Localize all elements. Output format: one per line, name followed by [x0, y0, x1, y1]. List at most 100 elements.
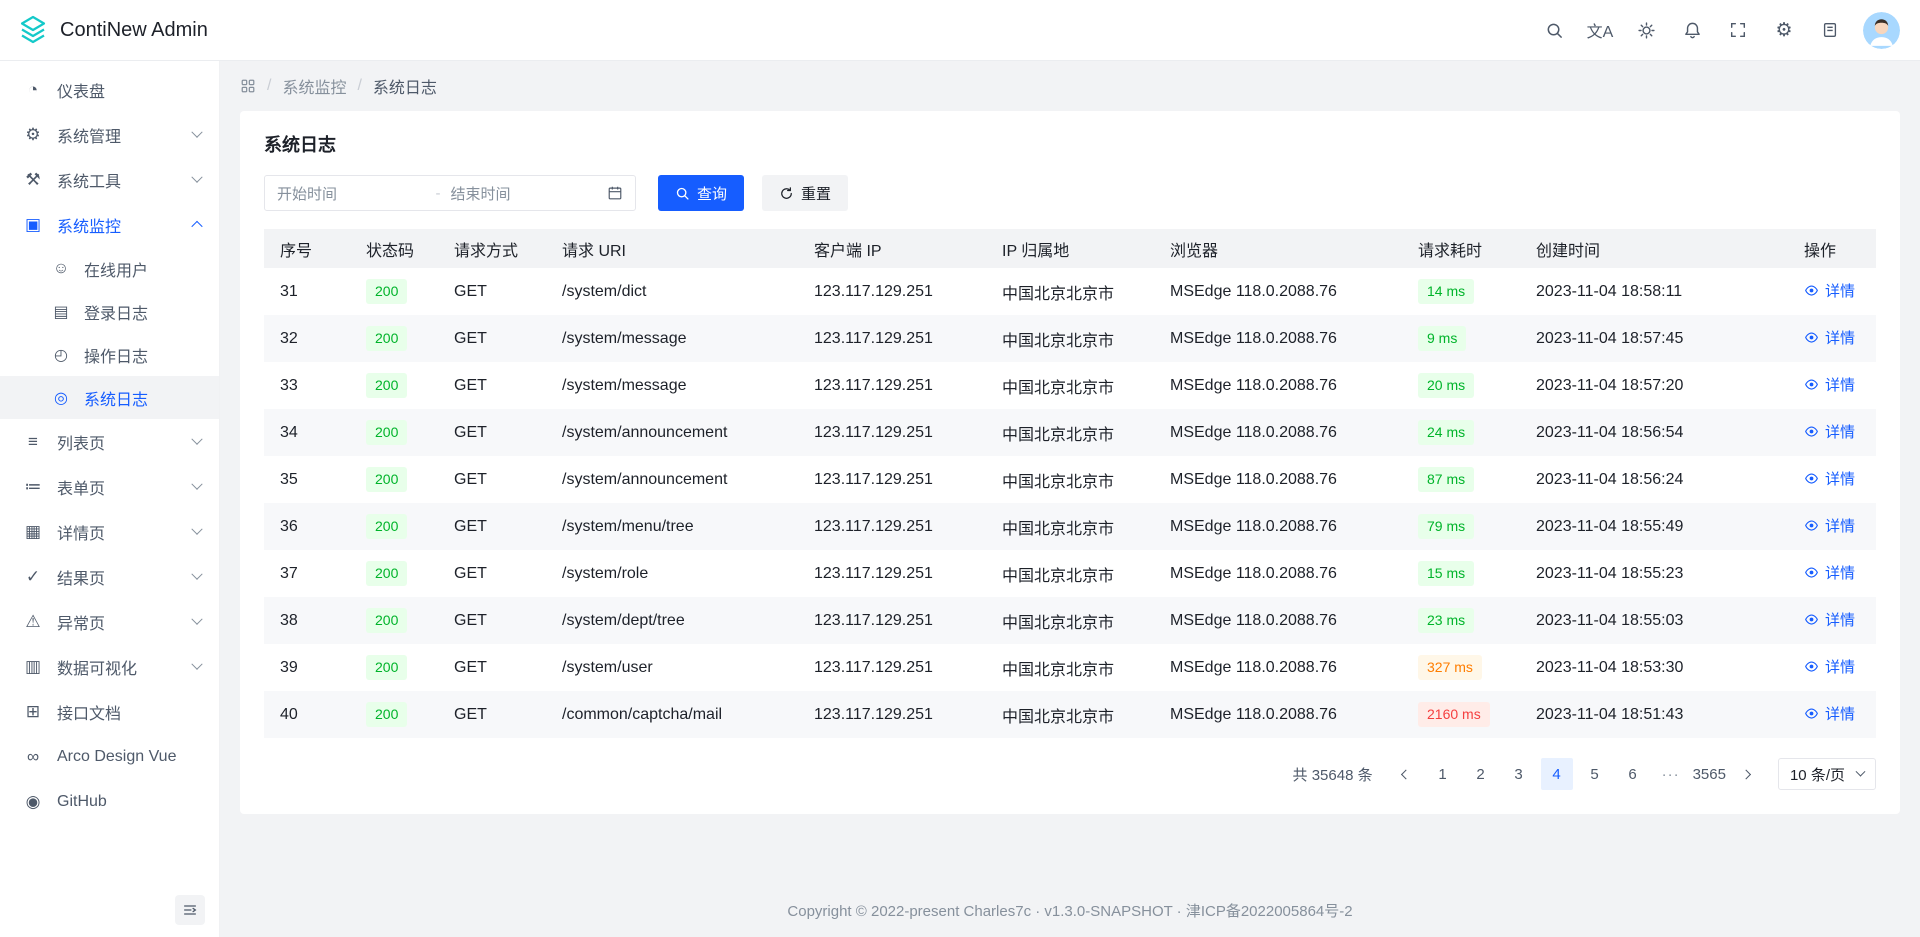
- link-icon: ∞: [22, 747, 44, 767]
- duration-badge: 24 ms: [1418, 420, 1474, 444]
- settings-icon[interactable]: ⚙: [1765, 11, 1803, 49]
- pagination-page-3[interactable]: 3: [1503, 758, 1535, 790]
- sidebar-item-result-page[interactable]: ✓结果页: [0, 554, 219, 599]
- login-log-icon: ▤: [50, 302, 72, 322]
- breadcrumb-item-current: 系统日志: [373, 74, 437, 98]
- cell-ip: 123.117.129.251: [798, 362, 986, 409]
- sidebar-item-operation-log[interactable]: ◴操作日志: [0, 333, 219, 376]
- pagination-prev-button[interactable]: [1389, 758, 1421, 790]
- cell-browser: MSEdge 118.0.2088.76: [1154, 315, 1402, 362]
- header-actions: 文A ⚙: [1535, 11, 1900, 49]
- pagination-page-3565[interactable]: 3565: [1693, 758, 1726, 790]
- pagination-page-2[interactable]: 2: [1465, 758, 1497, 790]
- apps-icon[interactable]: [240, 78, 256, 94]
- duration-badge: 9 ms: [1418, 326, 1466, 350]
- sidebar-item-system-tools[interactable]: ⚒系统工具: [0, 157, 219, 202]
- detail-link[interactable]: 详情: [1804, 562, 1855, 583]
- logo-area[interactable]: ContiNew Admin: [16, 13, 208, 47]
- eye-icon: [1804, 659, 1819, 674]
- cell-created: 2023-11-04 18:51:43: [1520, 691, 1788, 738]
- cell-browser: MSEdge 118.0.2088.76: [1154, 409, 1402, 456]
- theme-light-icon[interactable]: [1627, 11, 1665, 49]
- breadcrumb-separator: /: [357, 77, 361, 95]
- table-row: 39200GET/system/user123.117.129.251中国北京北…: [264, 644, 1876, 691]
- sidebar-item-data-visualization[interactable]: ▥数据可视化: [0, 644, 219, 689]
- pagination-next-button[interactable]: [1732, 758, 1764, 790]
- cell-created: 2023-11-04 18:55:49: [1520, 503, 1788, 550]
- pagination-page-6[interactable]: 6: [1617, 758, 1649, 790]
- detail-link[interactable]: 详情: [1804, 421, 1855, 442]
- detail-link[interactable]: 详情: [1804, 374, 1855, 395]
- log-table-head-row: 序号状态码请求方式请求 URI客户端 IPIP 归属地浏览器请求耗时创建时间操作: [264, 229, 1876, 268]
- sidebar-item-link[interactable]: ∞Arco Design Vue: [0, 734, 219, 779]
- sidebar-item-login-log[interactable]: ▤登录日志: [0, 290, 219, 333]
- column-header: 客户端 IP: [798, 229, 986, 268]
- cell-method: GET: [438, 409, 546, 456]
- cell-uri: /common/captcha/mail: [546, 691, 798, 738]
- cell-browser: MSEdge 118.0.2088.76: [1154, 456, 1402, 503]
- cell-uri: /system/menu/tree: [546, 503, 798, 550]
- chevron-down-icon: [191, 568, 202, 579]
- cell-method: GET: [438, 597, 546, 644]
- cell-ip: 123.117.129.251: [798, 644, 986, 691]
- sidebar-item-system-log[interactable]: ◎系统日志: [0, 376, 219, 419]
- pagination-page-5[interactable]: 5: [1579, 758, 1611, 790]
- notification-icon[interactable]: [1673, 11, 1711, 49]
- eye-icon: [1804, 377, 1819, 392]
- log-table-body: 31200GET/system/dict123.117.129.251中国北京北…: [264, 268, 1876, 738]
- date-range-picker[interactable]: 开始时间 - 结束时间: [264, 175, 636, 211]
- search-icon[interactable]: [1535, 11, 1573, 49]
- sidebar-item-online-users[interactable]: ☺在线用户: [0, 247, 219, 290]
- cell-no: 32: [264, 315, 350, 362]
- reset-button[interactable]: 重置: [762, 175, 848, 211]
- pagination-page-1[interactable]: 1: [1427, 758, 1459, 790]
- detail-link[interactable]: 详情: [1804, 515, 1855, 536]
- table-row: 34200GET/system/announcement123.117.129.…: [264, 409, 1876, 456]
- column-header: 状态码: [350, 229, 438, 268]
- breadcrumb-item-monitor[interactable]: 系统监控: [282, 74, 346, 98]
- sidebar-item-system-monitor[interactable]: ▣系统监控: [0, 202, 219, 247]
- duration-badge: 15 ms: [1418, 561, 1474, 585]
- online-users-icon: ☺: [50, 260, 72, 278]
- translate-icon[interactable]: 文A: [1581, 11, 1619, 49]
- eye-icon: [1804, 565, 1819, 580]
- sidebar-collapse-button[interactable]: [175, 895, 205, 925]
- docs-icon[interactable]: [1811, 11, 1849, 49]
- sidebar-item-api-docs[interactable]: ⊞接口文档: [0, 689, 219, 734]
- api-docs-icon: ⊞: [22, 702, 44, 722]
- avatar[interactable]: [1863, 12, 1900, 49]
- pagination-page-4[interactable]: 4: [1541, 758, 1573, 790]
- cell-method: GET: [438, 691, 546, 738]
- sidebar-item-dashboard[interactable]: ◔仪表盘: [0, 67, 219, 112]
- sidebar-item-exception-page[interactable]: ⚠异常页: [0, 599, 219, 644]
- breadcrumb-separator: /: [267, 77, 271, 95]
- chevron-left-icon: [1401, 769, 1411, 779]
- detail-link[interactable]: 详情: [1804, 327, 1855, 348]
- cell-method: GET: [438, 550, 546, 597]
- sidebar-item-system-management[interactable]: ⚙系统管理: [0, 112, 219, 157]
- sidebar-item-form-page[interactable]: ≔表单页: [0, 464, 219, 509]
- sidebar-item-list-page[interactable]: ≡列表页: [0, 419, 219, 464]
- detail-link[interactable]: 详情: [1804, 609, 1855, 630]
- pagination-ellipsis[interactable]: ···: [1655, 758, 1687, 790]
- sidebar-item-github[interactable]: ◉GitHub: [0, 779, 219, 824]
- breadcrumb: / 系统监控 / 系统日志: [240, 61, 1900, 111]
- detail-link[interactable]: 详情: [1804, 656, 1855, 677]
- search-button[interactable]: 查询: [658, 175, 744, 211]
- cell-region: 中国北京北京市: [986, 691, 1154, 738]
- chevron-down-icon: [1856, 766, 1866, 776]
- status-badge: 200: [366, 702, 407, 726]
- detail-link[interactable]: 详情: [1804, 468, 1855, 489]
- app-logo-icon: [16, 13, 50, 47]
- cell-browser: MSEdge 118.0.2088.76: [1154, 691, 1402, 738]
- detail-link[interactable]: 详情: [1804, 703, 1855, 724]
- cell-created: 2023-11-04 18:57:20: [1520, 362, 1788, 409]
- cell-region: 中国北京北京市: [986, 597, 1154, 644]
- page-size-select[interactable]: 10 条/页: [1778, 758, 1876, 790]
- fullscreen-icon[interactable]: [1719, 11, 1757, 49]
- sidebar-item-detail-page[interactable]: ▦详情页: [0, 509, 219, 554]
- sidebar: ◔仪表盘⚙系统管理⚒系统工具▣系统监控☺在线用户▤登录日志◴操作日志◎系统日志≡…: [0, 61, 220, 937]
- filter-bar: 开始时间 - 结束时间 查询 重置: [264, 175, 1876, 211]
- detail-link[interactable]: 详情: [1804, 280, 1855, 301]
- chevron-down-icon: [191, 478, 202, 489]
